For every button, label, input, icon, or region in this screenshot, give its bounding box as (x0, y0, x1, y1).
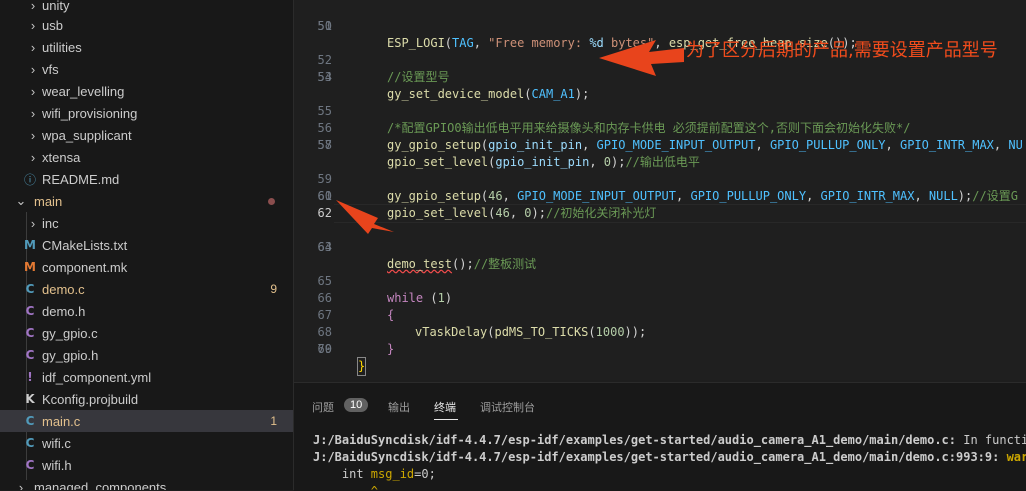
c-header-icon: C (25, 458, 35, 472)
bottom-panel: 问题 10 输出 终端 调试控制台 J:/BaiduSyncdisk/idf-4… (294, 382, 1026, 491)
code-editor[interactable]: 50 ESP_LOGI(TAG, "Free memory: %d bytes"… (294, 0, 1026, 380)
tree-file-component-mk[interactable]: Mcomponent.mk (0, 256, 293, 278)
tree-file-main-c[interactable]: Cmain.c 1 (0, 410, 293, 432)
chevron-right-icon: › (30, 0, 36, 13)
chevron-right-icon: › (30, 149, 36, 165)
c-file-icon: C (25, 326, 35, 340)
annotation-text: 为了区分后期的产品,需要设置产品型号 (686, 40, 998, 61)
chevron-right-icon: › (30, 105, 36, 121)
tree-folder-utilities[interactable]: › utilities (0, 36, 293, 58)
terminal-line: J:/BaiduSyncdisk/idf-4.4.7/esp-idf/examp… (313, 450, 1026, 464)
tree-file-gy-gpio-h[interactable]: Cgy_gpio.h (0, 344, 293, 366)
info-icon: ⓘ (23, 172, 36, 187)
tree-folder-wpa-supplicant[interactable]: › wpa_supplicant (0, 124, 293, 146)
c-header-icon: C (25, 348, 35, 362)
kconfig-icon: K (25, 392, 35, 406)
active-tab-underline (434, 419, 458, 420)
c-header-icon: C (25, 304, 35, 318)
chevron-right-icon: › (30, 61, 36, 77)
tree-folder-usb[interactable]: › usb (0, 14, 293, 36)
chevron-right-icon: › (30, 83, 36, 99)
tab-problems[interactable]: 问题 (312, 399, 334, 415)
arrow-shape-1 (599, 40, 684, 76)
problem-count-badge: 9 (270, 282, 277, 296)
arrow-shape-2 (336, 200, 394, 234)
tree-file-readme[interactable]: ⓘ README.md (0, 168, 293, 190)
c-file-icon: C (25, 414, 35, 428)
terminal-line: int msg_id=0; (313, 467, 436, 481)
cmake-icon: M (24, 238, 36, 252)
tab-debug-console[interactable]: 调试控制台 (480, 399, 535, 415)
terminal-line: J:/BaiduSyncdisk/idf-4.4.7/esp-idf/examp… (313, 433, 1026, 447)
chevron-right-icon: › (18, 479, 24, 491)
tree-file-gy-gpio-c[interactable]: Cgy_gpio.c (0, 322, 293, 344)
tab-terminal[interactable]: 终端 (434, 399, 456, 415)
tree-folder-inc[interactable]: › inc (0, 212, 293, 234)
explorer-sidebar: › unity › usb › utilities › vfs › wear_levell… (0, 0, 294, 490)
modified-dot-icon (268, 198, 275, 205)
chevron-down-icon: ⌄ (15, 193, 27, 208)
tree-file-kconfig[interactable]: K Kconfig.projbuild (0, 388, 293, 410)
tree-file-demo-h[interactable]: Cdemo.h (0, 300, 293, 322)
tree-file-demo-c[interactable]: Cdemo.c 9 (0, 278, 293, 300)
problems-count-badge: 10 (344, 398, 369, 412)
chevron-right-icon: › (30, 127, 36, 143)
tree-folder-vfs[interactable]: › vfs (0, 58, 293, 80)
yaml-icon: ! (27, 370, 33, 384)
tree-file-wifi-c[interactable]: Cwifi.c (0, 432, 293, 454)
tree-folder-wifi-provisioning[interactable]: › wifi_provisioning (0, 102, 293, 124)
tree-file-cmakelists[interactable]: M CMakeLists.txt (0, 234, 293, 256)
tree-file-idf-component[interactable]: ! idf_component.yml (0, 366, 293, 388)
tree-file-wifi-h[interactable]: Cwifi.h (0, 454, 293, 476)
c-file-icon: C (25, 436, 35, 450)
chevron-right-icon: › (30, 39, 36, 55)
chevron-right-icon: › (30, 215, 36, 231)
tab-output[interactable]: 输出 (388, 399, 410, 415)
tree-folder-xtensa[interactable]: › xtensa (0, 146, 293, 168)
makefile-icon: M (24, 260, 36, 274)
tree-folder-managed-components[interactable]: › managed_components (0, 476, 293, 491)
problem-count-badge: 1 (270, 414, 277, 428)
chevron-right-icon: › (30, 17, 36, 33)
c-file-icon: C (25, 282, 35, 296)
tree-folder-main[interactable]: ⌄ main (0, 190, 293, 212)
tree-folder-wear-levelling[interactable]: › wear_levelling (0, 80, 293, 102)
